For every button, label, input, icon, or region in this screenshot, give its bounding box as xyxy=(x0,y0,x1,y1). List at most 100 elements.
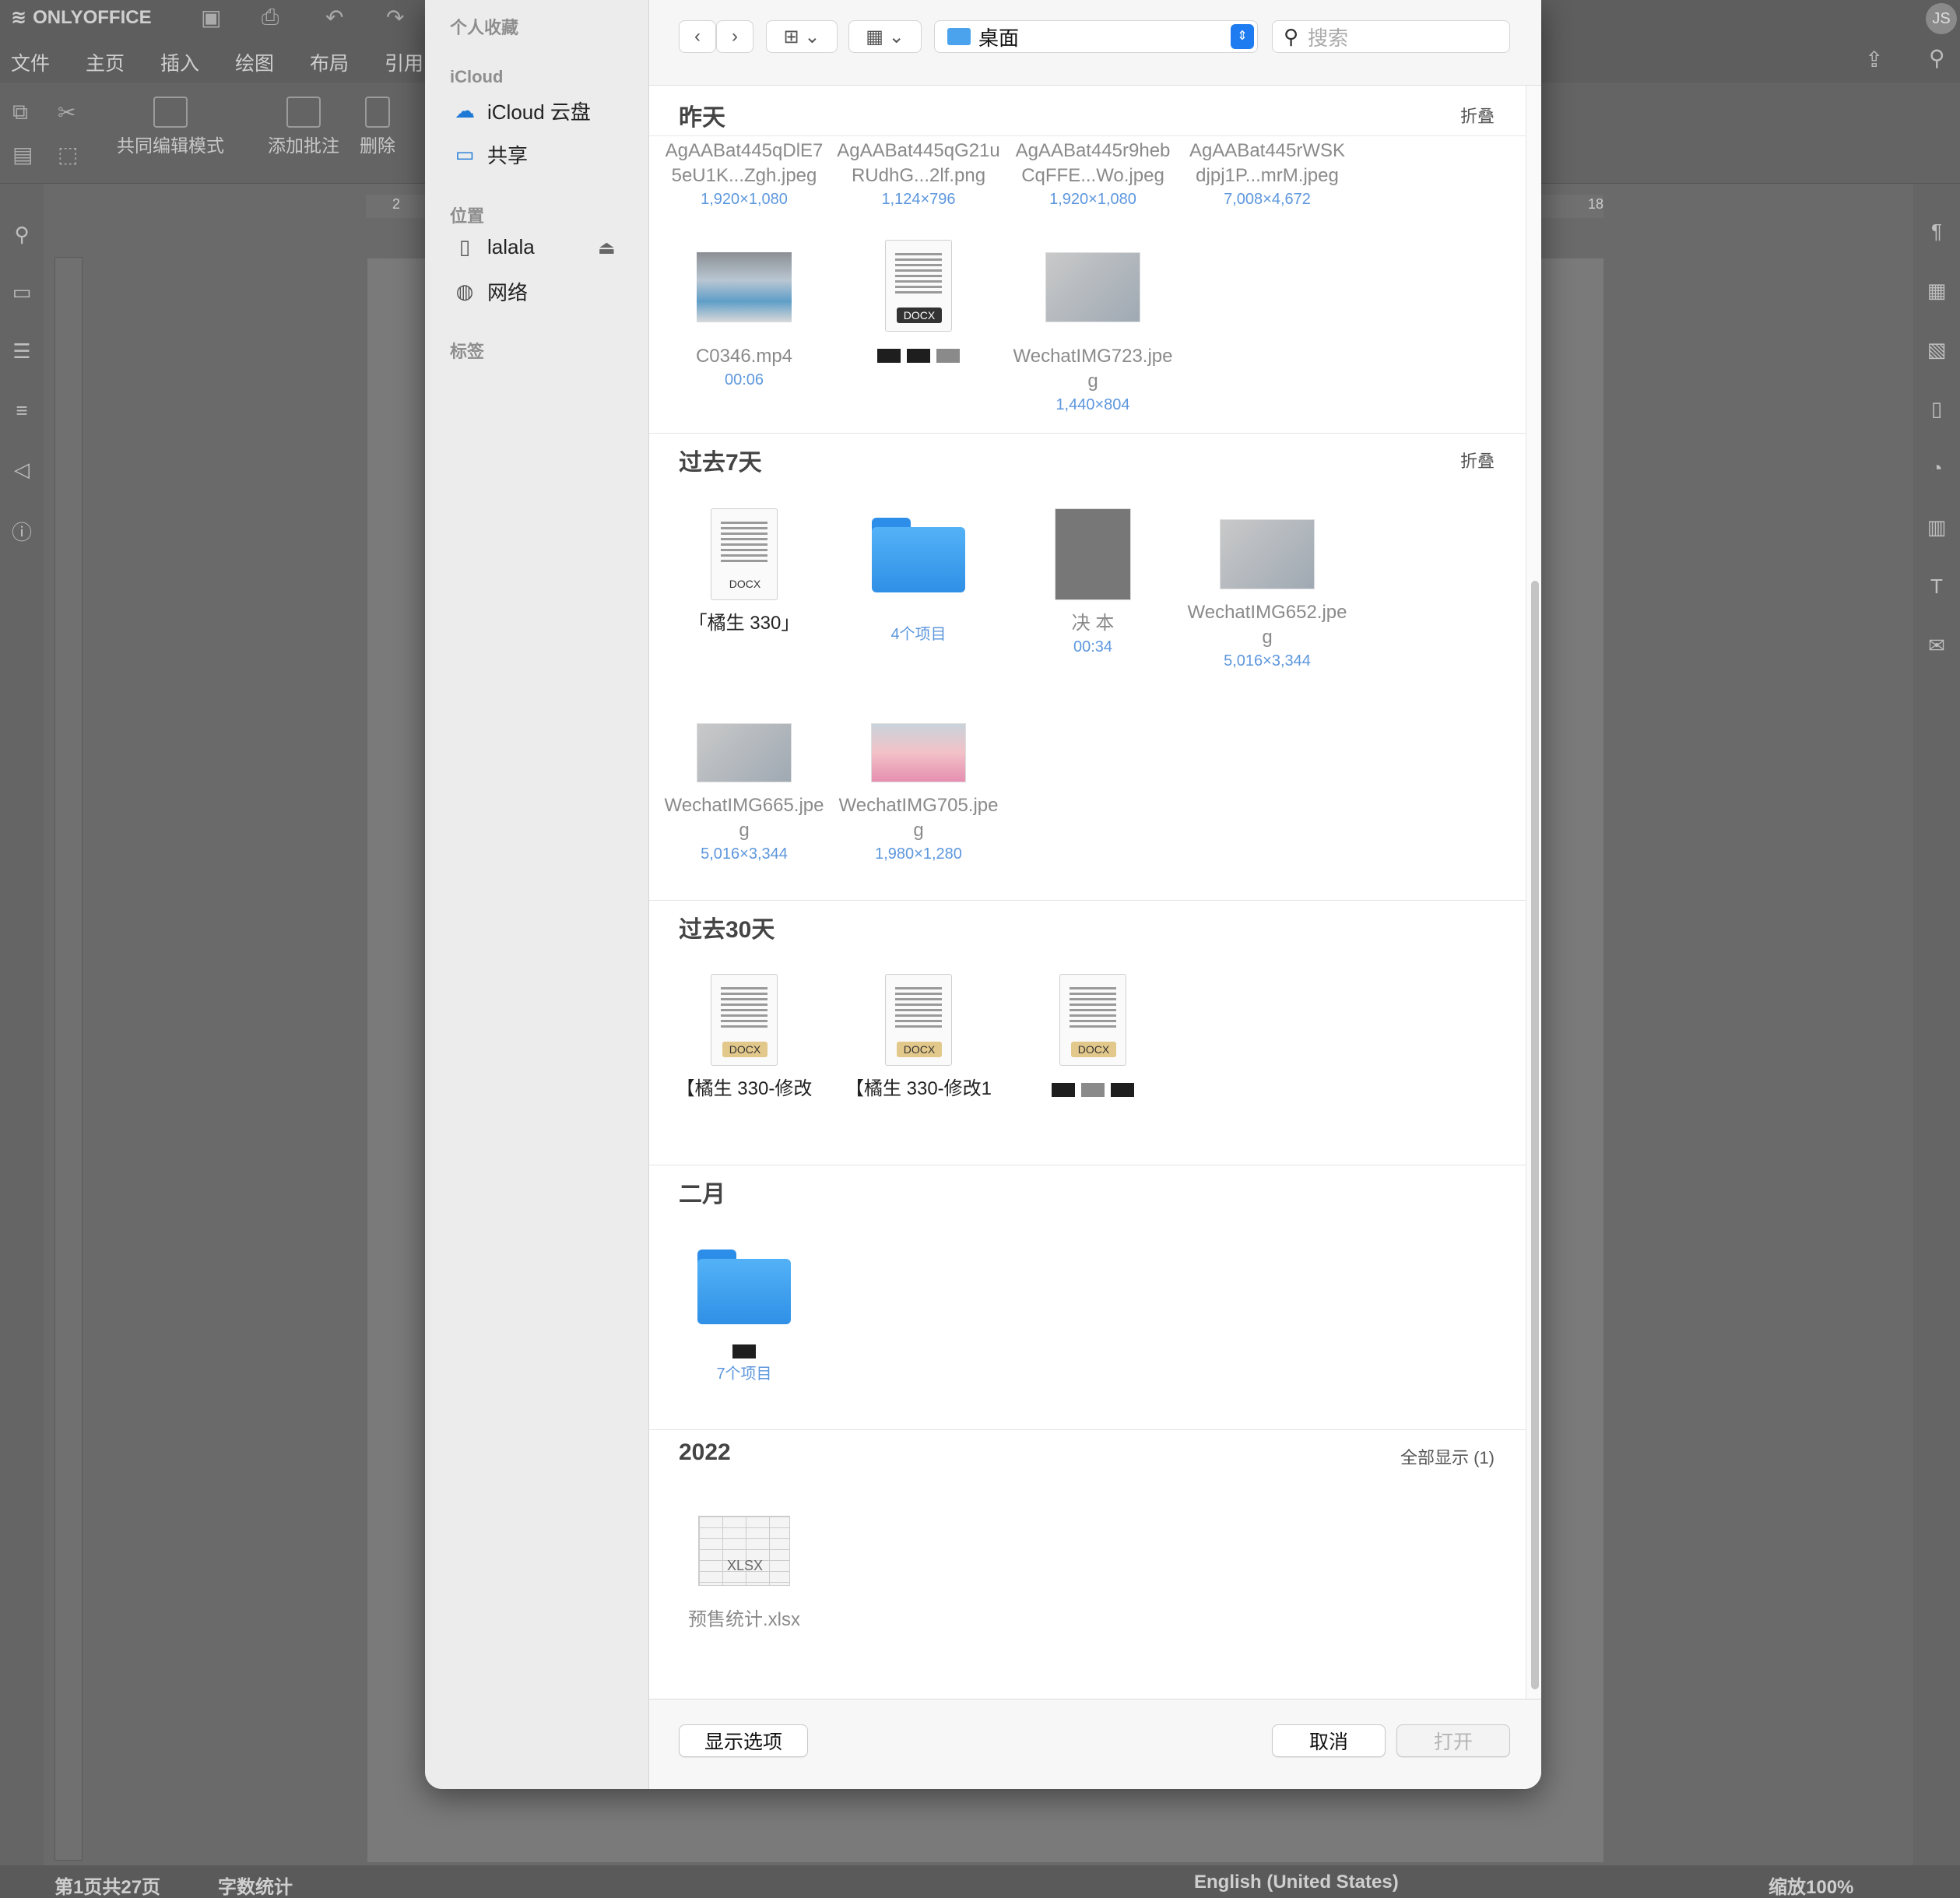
menu-file[interactable]: 文件 xyxy=(11,48,50,76)
image-thumbnail xyxy=(697,723,792,782)
cancel-button[interactable]: 取消 xyxy=(1272,1724,1386,1757)
file-item[interactable]: DOCX 【橘生 330-修改1 xyxy=(833,974,1004,1102)
file-item[interactable]: AgAABat445qDlE75eU1K...Zgh.jpeg 1,920×1,0… xyxy=(659,139,830,210)
open-button[interactable]: 打开 xyxy=(1396,1724,1510,1757)
sidebar-item-shared[interactable]: ▭ 共享 xyxy=(453,140,528,169)
chat-icon[interactable]: ☰ xyxy=(9,339,34,364)
cloud-icon: ☁ xyxy=(455,99,475,122)
redo-icon[interactable]: ↷ xyxy=(386,5,404,30)
textart-icon[interactable]: T xyxy=(1924,575,1949,599)
copy-icon[interactable]: ⧉ xyxy=(12,100,28,125)
comment-icon xyxy=(286,97,321,128)
show-all-button[interactable]: 全部显示 (1) xyxy=(1400,1444,1495,1469)
mail-merge-icon[interactable]: ✉ xyxy=(1924,634,1949,659)
table-icon[interactable]: ▦ xyxy=(1924,279,1949,304)
file-item[interactable]: DOCX 【橘生 330-修改 xyxy=(659,974,830,1102)
view-mode-button[interactable]: ⊞ ⌄ xyxy=(766,20,838,53)
select-icon[interactable]: ⬚ xyxy=(58,142,78,167)
location-select[interactable]: 桌面 ⇕ xyxy=(934,20,1258,53)
menu-home[interactable]: 主页 xyxy=(86,48,125,76)
add-comment-button[interactable]: 添加批注 xyxy=(268,97,339,157)
chart-icon[interactable]: ▥ xyxy=(1924,515,1949,540)
paste-icon[interactable]: ▤ xyxy=(12,142,33,167)
navigation-icon[interactable]: ≡ xyxy=(9,399,34,424)
cut-icon[interactable]: ✂ xyxy=(58,100,76,125)
zoom-level[interactable]: 缩放100% xyxy=(1769,1872,1853,1898)
shape-icon[interactable]: ◔ xyxy=(1924,456,1949,481)
image-thumbnail xyxy=(1045,252,1140,322)
folder-item[interactable]: 4个项目 xyxy=(833,518,1004,645)
save-icon[interactable]: ▣ xyxy=(201,5,221,30)
file-item[interactable]: AgAABat445qG21uRUdhG...2lf.png 1,124×796 xyxy=(833,139,1004,210)
section-last-30-days: 过去30天 DOCX 【橘生 330-修改 DOCX 【橘生 330-修改1 DOC… xyxy=(649,900,1526,1165)
scrollbar-thumb[interactable] xyxy=(1531,581,1539,1689)
file-item[interactable]: DOCX 「橘生 330」 xyxy=(659,508,830,636)
dialog-main: ‹ › ⊞ ⌄ ▦ ⌄ 桌面 ⇕ ⚲ 搜索 昨天 折叠 AgAABat445qDlE… xyxy=(649,0,1541,1789)
feedback-icon[interactable]: ◁ xyxy=(9,458,34,483)
vertical-ruler xyxy=(54,257,83,1861)
file-item[interactable]: AgAABat445rWSKdjpj1P...mrM.jpeg 7,008×4,6… xyxy=(1182,139,1353,210)
file-item[interactable]: 决 本 00:34 xyxy=(1007,508,1178,658)
video-thumbnail xyxy=(697,252,792,322)
language-select[interactable]: English (United States) xyxy=(1194,1872,1399,1893)
shared-folder-icon: ▭ xyxy=(455,142,475,166)
file-item[interactable]: WechatIMG665.jpeg 5,016×3,344 xyxy=(659,723,830,865)
disk-icon: ▯ xyxy=(458,235,471,258)
menu-references[interactable]: 引用 xyxy=(385,48,423,76)
trash-icon xyxy=(365,97,390,128)
file-item[interactable]: C0346.mp4 00:06 xyxy=(659,252,830,391)
image-thumbnail xyxy=(871,723,966,782)
find-icon[interactable]: ⚲ xyxy=(9,223,34,248)
eject-icon[interactable]: ⏏ xyxy=(598,237,616,259)
search-icon[interactable]: ⚲ xyxy=(1929,45,1945,71)
collapse-yesterday-button[interactable]: 折叠 xyxy=(1460,103,1495,128)
undo-icon[interactable]: ↶ xyxy=(325,5,343,30)
word-count[interactable]: 字数统计 xyxy=(218,1872,293,1898)
sidebar-item-icloud-drive[interactable]: ☁ iCloud 云盘 xyxy=(453,97,591,125)
paragraph-icon[interactable]: ¶ xyxy=(1924,220,1949,244)
avatar[interactable]: JS xyxy=(1926,3,1957,34)
file-item[interactable]: WechatIMG723.jpeg 1,440×804 xyxy=(1007,252,1178,416)
folder-icon xyxy=(947,28,971,45)
sidebar-item-lalala[interactable]: ▯ lalala xyxy=(453,235,535,259)
show-options-button[interactable]: 显示选项 xyxy=(679,1724,808,1757)
menu-insert[interactable]: 插入 xyxy=(160,48,199,76)
comments-icon[interactable]: ▭ xyxy=(9,280,34,305)
file-list-scrollbar[interactable] xyxy=(1526,86,1541,1699)
group-by-button[interactable]: ▦ ⌄ xyxy=(848,20,922,53)
docx-thumbnail: DOCX xyxy=(885,240,952,332)
file-item[interactable]: DOCX xyxy=(1007,974,1178,1102)
menu-draw[interactable]: 绘图 xyxy=(235,48,274,76)
open-location-icon[interactable]: ⇪ xyxy=(1865,47,1883,72)
section-last-7-days: 过去7天 折叠 DOCX 「橘生 330」 4个项目 决 本 00:34 Wecha… xyxy=(649,433,1526,900)
folder-icon xyxy=(872,518,965,592)
print-icon[interactable]: ⎙ xyxy=(262,5,279,30)
info-icon[interactable]: ⓘ xyxy=(9,517,34,544)
tags-header: 标签 xyxy=(450,342,485,361)
chevron-left-icon: ‹ xyxy=(694,26,701,47)
search-field[interactable]: ⚲ 搜索 xyxy=(1272,20,1510,53)
collapse-last7-button[interactable]: 折叠 xyxy=(1460,448,1495,473)
file-item[interactable]: WechatIMG705.jpeg 1,980×1,280 xyxy=(833,723,1004,865)
back-button[interactable]: ‹ xyxy=(679,20,716,53)
file-item[interactable]: XLSX 预售统计.xlsx xyxy=(659,1516,830,1633)
locations-header: 位置 xyxy=(450,206,485,226)
image-icon[interactable]: ▧ xyxy=(1924,338,1949,363)
coedit-mode-button[interactable]: 共同编辑模式 xyxy=(117,97,224,157)
file-item[interactable]: DOCX xyxy=(833,240,1004,367)
forward-button[interactable]: › xyxy=(716,20,753,53)
app-brand: ≋ ONLYOFFICE xyxy=(11,6,152,29)
file-item[interactable]: AgAABat445r9hebCqFFE...Wo.jpeg 1,920×1,08… xyxy=(1007,139,1178,210)
favorites-header: 个人收藏 xyxy=(450,18,519,37)
file-item[interactable]: WechatIMG652.jpeg 5,016×3,344 xyxy=(1182,519,1353,672)
search-icon: ⚲ xyxy=(1284,24,1299,48)
file-list: 昨天 折叠 AgAABat445qDlE75eU1K...Zgh.jpeg 1,9… xyxy=(649,86,1526,1699)
folder-item[interactable]: 7个项目 xyxy=(659,1250,830,1385)
left-panel: ⚲ ▭ ☰ ≡ ◁ ⓘ xyxy=(0,184,44,1865)
delete-comment-button[interactable]: 删除 xyxy=(360,97,395,157)
menu-layout[interactable]: 布局 xyxy=(310,48,349,76)
sidebar-item-network[interactable]: ◍ 网络 xyxy=(453,277,528,306)
logo-icon: ≋ xyxy=(11,7,27,28)
page-count[interactable]: 第1页共27页 xyxy=(54,1872,160,1898)
header-footer-icon[interactable]: ▯ xyxy=(1924,397,1949,422)
